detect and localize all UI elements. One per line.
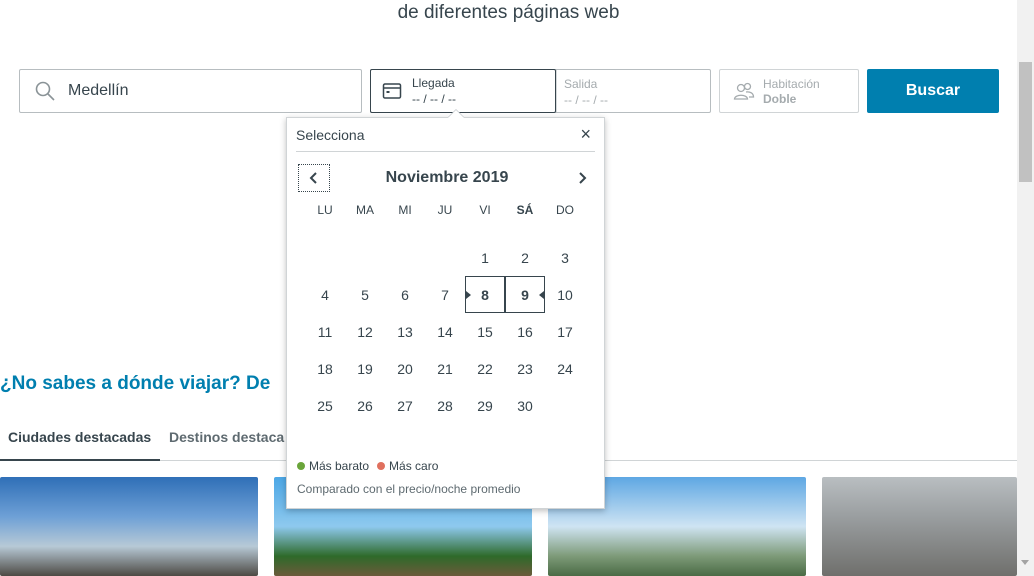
scrollbar-thumb[interactable]	[1019, 62, 1032, 182]
popup-caret	[448, 110, 464, 118]
calendar-week: 11 12 13 14 15 16 17	[305, 313, 585, 350]
tab-featured-destinations[interactable]: Destinos destaca	[169, 426, 284, 461]
calendar-day[interactable]: 21	[425, 350, 465, 387]
date-picker-title: Selecciona	[296, 126, 365, 143]
calendar-day[interactable]: 22	[465, 350, 505, 387]
weekday-label: LU	[317, 203, 333, 217]
calendar-empty-cell	[545, 387, 585, 424]
calendar-week: 18 19 20 21 22 23 24	[305, 350, 585, 387]
guests-icon	[733, 82, 755, 100]
calendar-day[interactable]: 27	[385, 387, 425, 424]
calendar-day[interactable]: 19	[345, 350, 385, 387]
calendar-day[interactable]: 28	[425, 387, 465, 424]
calendar-day-selected-end[interactable]: 9	[505, 276, 545, 313]
tab-featured-cities[interactable]: Ciudades destacadas	[0, 426, 160, 461]
destination-value: Medellín	[68, 82, 129, 99]
calendar-week: 25 26 27 28 29 30	[305, 387, 585, 424]
weekday-header: LU MA MI JU VI SÁ DO	[305, 203, 585, 221]
calendar-day[interactable]: 1	[465, 239, 505, 276]
calendar-day[interactable]: 12	[345, 313, 385, 350]
calendar-day[interactable]: 10	[545, 276, 585, 313]
weekday-label: DO	[556, 203, 574, 217]
calendar-day[interactable]: 24	[545, 350, 585, 387]
search-icon	[35, 81, 55, 101]
room-label: Habitación	[763, 76, 820, 91]
legend-dot-cheaper	[297, 462, 305, 470]
calendar-day[interactable]: 25	[305, 387, 345, 424]
weekday-label: MA	[356, 203, 374, 217]
city-thumbnail[interactable]	[0, 477, 258, 576]
next-month-button[interactable]	[568, 164, 596, 192]
legend-cheaper: Más barato	[297, 459, 369, 473]
calendar-day[interactable]: 18	[305, 350, 345, 387]
calendar-day[interactable]: 7	[425, 276, 465, 313]
calendar-day[interactable]: 13	[385, 313, 425, 350]
date-picker-popup: Selecciona × Noviembre 2019 LU MA MI JU VI SÁ…	[286, 117, 605, 509]
promo-heading: ¿No sabes a dónde viajar? De	[0, 373, 271, 394]
calendar-day[interactable]: 6	[385, 276, 425, 313]
city-thumbnail[interactable]	[822, 477, 1017, 576]
legend-label-cheaper: Más barato	[309, 459, 370, 473]
previous-month-button[interactable]	[298, 164, 330, 192]
chevron-right-icon	[579, 172, 587, 184]
calendar-grid: LU MA MI JU VI SÁ DO 1 2 3 4 5 6 7 8 9 10 11 12 13 14 15 16 17…	[305, 203, 585, 424]
checkout-field[interactable]: Salida -- / -- / --	[556, 70, 608, 112]
calendar-day[interactable]: 16	[505, 313, 545, 350]
scroll-down-icon[interactable]	[1021, 560, 1029, 565]
checkin-value: -- / -- / --	[412, 92, 456, 106]
date-range-field[interactable]: Llegada -- / -- / -- Salida -- / -- / --	[370, 69, 711, 113]
close-icon[interactable]: ×	[580, 124, 595, 145]
calendar-day[interactable]: 29	[465, 387, 505, 424]
weekday-label: VI	[479, 203, 491, 217]
calendar-day[interactable]: 2	[505, 239, 545, 276]
calendar-week: 123	[305, 239, 585, 276]
calendar-day-selected-start[interactable]: 8	[465, 276, 505, 313]
calendar-day[interactable]: 4	[305, 276, 345, 313]
legend-expensive: Más caro	[377, 459, 438, 473]
room-selector[interactable]: Habitación Doble	[719, 69, 859, 113]
checkout-label: Salida	[564, 77, 598, 91]
calendar-day[interactable]: 26	[345, 387, 385, 424]
calendar-day[interactable]: 23	[505, 350, 545, 387]
calendar-day[interactable]: 5	[345, 276, 385, 313]
calendar-day[interactable]: 30	[505, 387, 545, 424]
chevron-left-icon	[309, 172, 317, 184]
legend-label-expensive: Más caro	[389, 459, 439, 473]
page-headline: de diferentes páginas web	[397, 2, 620, 23]
price-legend: Más barato Más caro	[297, 459, 446, 473]
weekday-label: JU	[437, 203, 453, 217]
calendar-day[interactable]: 20	[385, 350, 425, 387]
month-navigation: Noviembre 2019	[298, 164, 596, 192]
checkin-field[interactable]: Llegada -- / -- / --	[370, 69, 556, 113]
calendar-day[interactable]: 14	[425, 313, 465, 350]
date-picker-header: Selecciona ×	[296, 118, 595, 152]
calendar-icon	[382, 83, 402, 99]
price-note: Comparado con el precio/noche promedio	[297, 482, 521, 496]
month-label: Noviembre 2019	[385, 169, 509, 186]
legend-dot-expensive	[377, 462, 386, 470]
weekday-label: MI	[398, 203, 412, 217]
weekday-label: SÁ	[516, 203, 534, 217]
calendar-empty-cell	[425, 239, 465, 276]
checkout-value: -- / -- / --	[564, 93, 608, 107]
calendar-empty-cell	[305, 239, 345, 276]
calendar-week: 4 5 6 7 8 9 10	[305, 276, 585, 313]
room-value: Doble	[763, 91, 797, 106]
calendar-day[interactable]: 17	[545, 313, 585, 350]
calendar-day[interactable]: 11	[305, 313, 345, 350]
page: de diferentes páginas web Medellín Llega…	[0, 0, 1034, 576]
calendar-empty-cell	[345, 239, 385, 276]
checkin-label: Llegada	[412, 76, 455, 90]
calendar-empty-cell	[385, 239, 425, 276]
search-button[interactable]: Buscar	[867, 69, 999, 113]
calendar-day[interactable]: 3	[545, 239, 585, 276]
calendar-day[interactable]: 15	[465, 313, 505, 350]
destination-search-input[interactable]: Medellín	[19, 69, 362, 113]
